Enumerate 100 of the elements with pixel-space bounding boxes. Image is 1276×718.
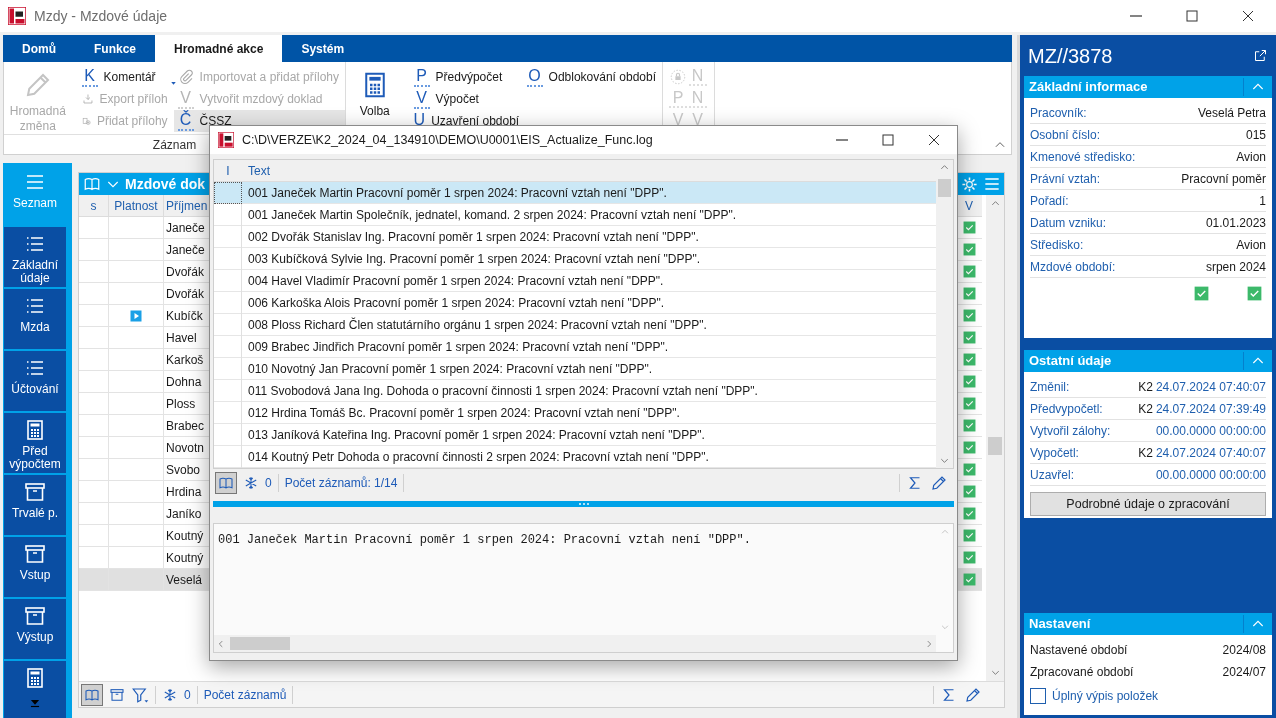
field-value: 015 — [1245, 126, 1266, 144]
table-cell-text: Kubíčk — [166, 307, 203, 325]
field-value: 01.01.2023 — [1205, 214, 1266, 232]
table-cell-text: Janeče — [166, 241, 205, 259]
log-row[interactable]: 006 Karkoška Alois Pracovní poměr 1 srpen 2024: Pracovní vztah není "DPP". — [214, 292, 936, 314]
checkbox[interactable] — [962, 463, 976, 476]
field-label: Osobní číslo: — [1030, 126, 1101, 144]
ribbon-tab[interactable]: Funkce — [75, 35, 155, 62]
scrollbar-thumb[interactable] — [988, 437, 1002, 455]
checkbox[interactable] — [962, 485, 976, 498]
ribbon-command[interactable]: K Komentář — [77, 66, 174, 88]
scroll-right-icon[interactable] — [924, 638, 934, 649]
view-toggle-button[interactable] — [215, 472, 237, 494]
checkbox[interactable] — [962, 551, 976, 564]
checkbox[interactable] — [1247, 286, 1262, 301]
snowflake-icon[interactable] — [243, 475, 259, 491]
log-row[interactable]: 002 Dvořák Stanislav Ing. Pracovní poměr 1 srpen 2024: Pracovní vztah není "DPP". — [214, 226, 936, 248]
field-value: Pracovní poměr — [1181, 170, 1266, 188]
ribbon-tab[interactable]: Domů — [3, 35, 75, 62]
minimize-icon — [836, 139, 848, 141]
scrollbar-thumb[interactable] — [938, 179, 951, 197]
checkbox[interactable] — [962, 243, 976, 256]
scroll-left-icon[interactable] — [216, 638, 226, 649]
details-button[interactable]: Podrobné údaje o zpracování — [1030, 492, 1266, 516]
view-toggle-button[interactable] — [81, 683, 103, 706]
checkbox[interactable] — [962, 353, 976, 366]
checkbox[interactable] — [962, 287, 976, 300]
nav-item[interactable]: Výstup — [4, 599, 66, 659]
log-row[interactable]: 014 Koutný Petr Dohoda o pracovní činnosti 2 srpen 2024: Pracovní vztah není "DPP". — [214, 446, 936, 468]
checkbox-label: Úplný výpis položek — [1052, 687, 1159, 705]
nav-item[interactable]: Účtování — [4, 351, 66, 411]
record-count: Počet záznamů: 1/14 — [284, 475, 398, 492]
field-value: 2024/07 — [1222, 664, 1266, 681]
field-value: 24.07.2024 07:39:49 — [1155, 400, 1266, 418]
checkbox[interactable] — [962, 441, 976, 454]
field-label: Zpracované období — [1030, 664, 1134, 681]
external-link-icon[interactable] — [1253, 48, 1268, 63]
log-row[interactable]: 004 Havel Vladimír Pracovní poměr 1 srpen 2024: Pracovní vztah není "DPP". — [214, 270, 936, 292]
snowflake-icon[interactable] — [162, 686, 178, 703]
user-name: K2 — [1138, 444, 1153, 462]
horizontal-scrollbar[interactable] — [214, 635, 936, 652]
scroll-down-icon[interactable] — [939, 622, 950, 632]
checkbox[interactable] — [962, 507, 976, 520]
log-row[interactable]: 001 Janeček Martin Společník, jednatel, komand. 2 srpen 2024: Pracovní vztah není "DPP". — [214, 204, 936, 226]
nav-item[interactable]: Vstup — [4, 537, 66, 597]
column-header: Platnost — [114, 197, 158, 215]
ribbon-tab[interactable]: Hromadné akce — [155, 35, 283, 62]
field-value: 2024/08 — [1222, 642, 1266, 659]
scroll-up-icon[interactable] — [939, 527, 950, 537]
column-header: V — [965, 197, 973, 215]
checkbox[interactable] — [962, 397, 976, 410]
checkbox[interactable] — [962, 331, 976, 344]
log-row[interactable]: 013 Janíková Kateřina Ing. Pracovní poměr 1 srpen 2024: Pracovní vztah není "DPP". — [214, 424, 936, 446]
log-row[interactable]: 003 Kubíčková Sylvie Ing. Pracovní poměr 1 srpen 2024: Pracovní vztah není "DPP". — [214, 248, 936, 270]
log-row[interactable]: 011 Svobodová Jana Ing. Dohoda o pracovní činnosti 1 srpen 2024: Pracovní vztah není "DPP". — [214, 380, 936, 402]
table-cell-text: Koutný — [166, 549, 204, 567]
checkbox[interactable] — [1194, 286, 1209, 301]
ribbon-tab[interactable]: Systém — [282, 35, 364, 62]
box-icon[interactable] — [109, 686, 125, 703]
scrollbar[interactable] — [936, 160, 953, 468]
text-area[interactable]: 001 Janeček Martin Pracovní poměr 1 srpen 2024: Pracovní vztah není "DPP". — [213, 523, 954, 653]
table-title: Mzdové dok — [125, 174, 206, 194]
checkbox[interactable] — [962, 573, 976, 586]
checkbox[interactable] — [962, 419, 976, 432]
column-header: I — [225, 162, 231, 180]
checkbox[interactable] — [962, 265, 976, 278]
scrollbar-thumb[interactable] — [230, 637, 290, 650]
log-row[interactable]: 009 Brabec Jindřich Pracovní poměr 1 srpen 2024: Pracovní vztah není "DPP". — [214, 336, 936, 358]
nav-item[interactable]: Před výpočtem — [4, 413, 66, 473]
checkbox[interactable] — [962, 221, 976, 234]
log-row[interactable]: 012 Hrdina Tomáš Bc. Pracovní poměr 1 srpen 2024: Pracovní vztah není "DPP". — [214, 402, 936, 424]
table-cell-text: Novotn — [166, 439, 205, 457]
paperclip-icon — [177, 69, 194, 85]
scrollbar[interactable] — [986, 195, 1004, 681]
checkbox[interactable] — [962, 309, 976, 322]
nav-item[interactable]: Trvalé p. — [4, 475, 66, 535]
pencil-icon[interactable] — [930, 474, 948, 492]
app-logo-icon — [8, 7, 26, 25]
nav-item[interactable] — [4, 661, 66, 718]
checkbox[interactable] — [962, 529, 976, 542]
nav-item[interactable]: Mzda — [4, 289, 66, 349]
nav-item[interactable]: Základní údaje — [4, 227, 66, 287]
log-row[interactable]: 010 Novotný Jan Pracovní poměr 1 srpen 2024: Pracovní vztah není "DPP". — [214, 358, 936, 380]
ribbon-command[interactable]: O Odblokování období — [522, 66, 662, 88]
log-row[interactable]: 001 Janeček Martin Pracovní poměr 1 srpen 2024: Pracovní vztah není "DPP". — [214, 182, 936, 204]
table-cell-text: Koutný — [166, 527, 204, 545]
table-cell-text: Veselá — [166, 571, 203, 589]
record-count: Počet záznamů — [203, 686, 287, 704]
table-cell-text: Hrdina — [166, 483, 202, 501]
settings-icon[interactable] — [961, 175, 978, 193]
ribbon-command[interactable]: P Předvýpočet — [409, 66, 523, 88]
field-label: Vytvořil zálohy: — [1030, 422, 1111, 440]
field-value: Veselá Petra — [1197, 104, 1266, 122]
book-icon[interactable] — [83, 175, 101, 193]
checkbox[interactable] — [1030, 688, 1046, 704]
log-row[interactable]: 008 Ploss Richard Člen statutárního orgánu 1 srpen 2024: Pracovní vztah není "DPP". — [214, 314, 936, 336]
filter-icon[interactable] — [131, 685, 149, 704]
checkbox[interactable] — [962, 375, 976, 388]
field-value: 00.00.0000 00:00:00 — [1155, 422, 1266, 440]
ribbon-command[interactable]: V Výpočet — [409, 88, 523, 110]
